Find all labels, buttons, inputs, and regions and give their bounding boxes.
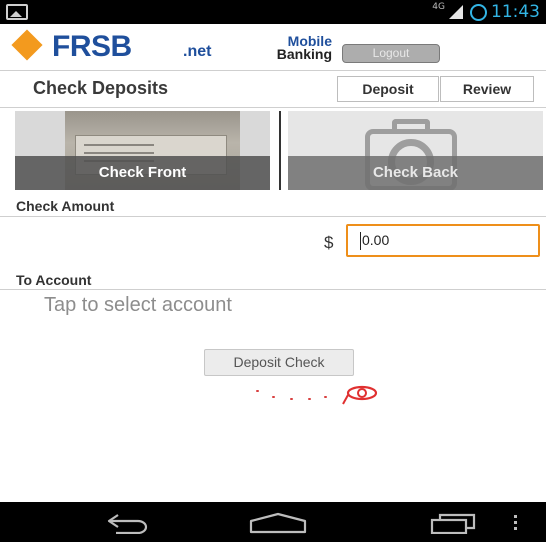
- loading-dots: [250, 388, 350, 408]
- image-notification-icon: [6, 4, 28, 20]
- to-account-label: To Account: [16, 272, 92, 288]
- header-divider: [0, 70, 546, 71]
- check-back-capture[interactable]: Check Back: [288, 111, 543, 190]
- loading-spinner-icon: [342, 385, 378, 405]
- tab-deposit[interactable]: Deposit: [337, 76, 439, 102]
- tile-divider: [279, 111, 281, 190]
- alarm-icon: [470, 3, 487, 21]
- network-type: 4G: [432, 2, 445, 12]
- amount-divider: [0, 216, 546, 217]
- title-divider: [0, 107, 546, 108]
- recent-apps-icon[interactable]: [430, 512, 480, 534]
- status-right: 4G 11:43: [432, 0, 540, 24]
- signal-icon: [449, 5, 463, 19]
- status-clock: 11:43: [491, 2, 540, 22]
- status-bar: 4G 11:43: [0, 0, 546, 24]
- navigation-bar: [0, 502, 546, 542]
- back-icon[interactable]: [106, 512, 156, 534]
- mobile-banking-line2: Banking: [276, 46, 332, 62]
- deposit-check-button[interactable]: Deposit Check: [204, 349, 354, 376]
- logo-suffix: .net: [183, 43, 212, 60]
- logo-diamond-icon: [11, 29, 43, 61]
- logo-name: FRSB: [52, 30, 132, 63]
- page-title: Check Deposits: [33, 78, 169, 98]
- check-front-label: Check Front: [15, 156, 270, 190]
- currency-symbol: $: [324, 233, 334, 252]
- check-front-capture[interactable]: Check Front: [15, 111, 270, 190]
- overflow-menu-icon[interactable]: [512, 512, 520, 534]
- account-divider: [0, 289, 546, 290]
- logout-button[interactable]: Logout: [342, 44, 440, 63]
- tab-review[interactable]: Review: [440, 76, 534, 102]
- check-back-label: Check Back: [288, 156, 543, 190]
- home-icon[interactable]: [248, 512, 308, 534]
- check-amount-input[interactable]: 0.00: [346, 224, 540, 257]
- app-header: FRSB .net Mobile Banking Logout: [0, 24, 546, 68]
- account-selector[interactable]: Tap to select account: [44, 294, 232, 317]
- check-amount-label: Check Amount: [16, 198, 115, 214]
